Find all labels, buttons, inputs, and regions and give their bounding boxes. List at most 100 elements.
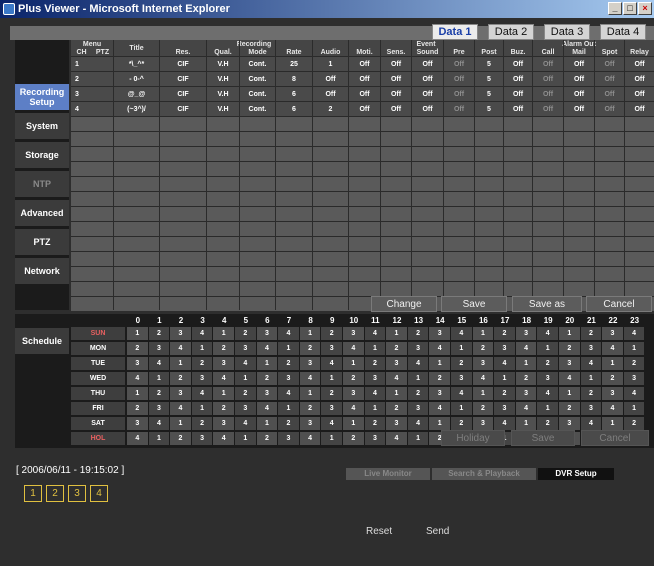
schedule-cell[interactable]: 4 — [278, 327, 299, 340]
save-as-button[interactable]: Save as — [512, 296, 582, 312]
schedule-cell[interactable]: 1 — [148, 432, 170, 445]
nav-ntp[interactable]: NTP — [15, 171, 69, 197]
close-button[interactable]: × — [638, 2, 652, 15]
schedule-cell[interactable]: 2 — [278, 357, 299, 370]
schedule-cell[interactable]: 1 — [278, 342, 299, 355]
camera-3-box[interactable]: 3 — [68, 485, 86, 502]
cell-mail[interactable]: Off — [564, 57, 594, 71]
cell-rate[interactable]: 25 — [276, 57, 312, 71]
schedule-cell[interactable]: 3 — [386, 357, 407, 370]
cell-sens[interactable]: Off — [381, 57, 411, 71]
schedule-cell[interactable]: 4 — [559, 372, 580, 385]
cell-post[interactable]: 5 — [475, 72, 503, 86]
nav-recording-setup[interactable]: Recording Setup — [15, 84, 69, 110]
schedule-cell[interactable]: 4 — [127, 372, 148, 385]
schedule-cell[interactable]: 4 — [170, 402, 191, 415]
schedule-cell[interactable]: 1 — [429, 417, 450, 430]
schedule-cell[interactable]: 3 — [299, 357, 321, 370]
cell-title[interactable]: - 0-^ — [114, 72, 159, 86]
schedule-cell[interactable]: 1 — [407, 372, 429, 385]
change-button[interactable]: Change — [371, 296, 437, 312]
cell-spot[interactable]: Off — [595, 102, 624, 116]
schedule-cell[interactable]: 4 — [429, 402, 450, 415]
cell-pre[interactable]: Off — [444, 57, 474, 71]
schedule-cell[interactable]: 1 — [235, 432, 256, 445]
schedule-cell[interactable]: 2 — [559, 342, 580, 355]
schedule-cell[interactable]: 4 — [321, 357, 342, 370]
schedule-cell[interactable]: 1 — [343, 357, 364, 370]
schedule-cell[interactable]: 4 — [191, 327, 213, 340]
schedule-cell[interactable]: 1 — [537, 402, 558, 415]
schedule-cell[interactable]: 1 — [127, 387, 148, 400]
schedule-cell[interactable]: 2 — [559, 402, 580, 415]
schedule-cell[interactable]: 4 — [364, 387, 386, 400]
schedule-cell[interactable]: 3 — [515, 327, 537, 340]
schedule-cell[interactable]: 3 — [559, 357, 580, 370]
cell-mode[interactable]: Cont. — [240, 57, 275, 71]
schedule-cell[interactable]: 2 — [472, 342, 494, 355]
cell-ptz[interactable] — [92, 72, 113, 86]
save-button[interactable]: Save — [441, 296, 507, 312]
schedule-cell[interactable]: 4 — [623, 387, 645, 400]
cell-spot[interactable]: Off — [595, 72, 624, 86]
schedule-cell[interactable]: 1 — [170, 417, 191, 430]
schedule-cell[interactable]: 2 — [170, 432, 191, 445]
tab-dvr-setup[interactable]: DVR Setup — [538, 468, 614, 480]
cell-pre[interactable]: Off — [444, 102, 474, 116]
schedule-cell[interactable]: 4 — [213, 372, 234, 385]
schedule-cell[interactable]: 2 — [451, 357, 472, 370]
cell-post[interactable]: 5 — [475, 102, 503, 116]
schedule-cell[interactable]: 1 — [170, 357, 191, 370]
schedule-cell[interactable]: 1 — [602, 357, 623, 370]
cancel-button[interactable]: Cancel — [586, 296, 652, 312]
tab-data-3[interactable]: Data 3 — [544, 24, 590, 40]
schedule-cell[interactable]: 4 — [343, 342, 364, 355]
nav-system[interactable]: System — [15, 113, 69, 139]
schedule-cell[interactable]: 4 — [386, 432, 407, 445]
cell-buz[interactable]: Off — [504, 87, 532, 101]
schedule-cell[interactable]: 4 — [256, 342, 278, 355]
schedule-cell[interactable]: 3 — [364, 432, 386, 445]
cell-mail[interactable]: Off — [564, 87, 594, 101]
cell-post[interactable]: 5 — [475, 87, 503, 101]
schedule-cell[interactable]: 3 — [127, 357, 148, 370]
schedule-cell[interactable]: 1 — [364, 402, 386, 415]
cell-relay[interactable]: Off — [625, 57, 654, 71]
schedule-cell[interactable]: 2 — [494, 327, 515, 340]
schedule-cell[interactable]: 3 — [235, 342, 256, 355]
schedule-cell[interactable]: 4 — [580, 357, 602, 370]
camera-2-box[interactable]: 2 — [46, 485, 64, 502]
schedule-cell[interactable]: 4 — [364, 327, 386, 340]
schedule-cell[interactable]: 1 — [235, 372, 256, 385]
cell-res[interactable]: CIF — [160, 57, 206, 71]
schedule-cell[interactable]: 2 — [364, 357, 386, 370]
schedule-cell[interactable]: 4 — [494, 417, 515, 430]
schedule-cell[interactable]: 2 — [278, 417, 299, 430]
schedule-cell[interactable]: 1 — [191, 402, 213, 415]
cell-ptz[interactable] — [92, 102, 113, 116]
cell-spot[interactable]: Off — [595, 57, 624, 71]
schedule-cell[interactable]: 3 — [407, 342, 429, 355]
cell-sound[interactable]: Off — [412, 87, 443, 101]
schedule-cell[interactable]: 4 — [386, 372, 407, 385]
schedule-cell[interactable]: 3 — [148, 402, 170, 415]
schedule-cell[interactable]: 3 — [299, 417, 321, 430]
schedule-cell[interactable]: 1 — [213, 387, 234, 400]
schedule-cell[interactable]: 3 — [386, 417, 407, 430]
schedule-cell[interactable]: 3 — [602, 387, 623, 400]
cell-rate[interactable]: 8 — [276, 72, 312, 86]
schedule-cell[interactable]: 4 — [602, 342, 623, 355]
schedule-cell[interactable]: 2 — [127, 342, 148, 355]
schedule-cell[interactable]: 1 — [472, 327, 494, 340]
schedule-cell[interactable]: 3 — [515, 387, 537, 400]
holiday-button[interactable]: Holiday — [441, 430, 505, 446]
schedule-cell[interactable]: 1 — [515, 357, 537, 370]
cell-buz[interactable]: Off — [504, 72, 532, 86]
schedule-cell[interactable]: 3 — [278, 432, 299, 445]
cell-rate[interactable]: 6 — [276, 87, 312, 101]
cell-rate[interactable]: 6 — [276, 102, 312, 116]
schedule-cell[interactable]: 3 — [321, 342, 342, 355]
schedule-cell[interactable]: 3 — [364, 372, 386, 385]
schedule-cell[interactable]: 1 — [451, 402, 472, 415]
schedule-cell[interactable]: 1 — [407, 432, 429, 445]
